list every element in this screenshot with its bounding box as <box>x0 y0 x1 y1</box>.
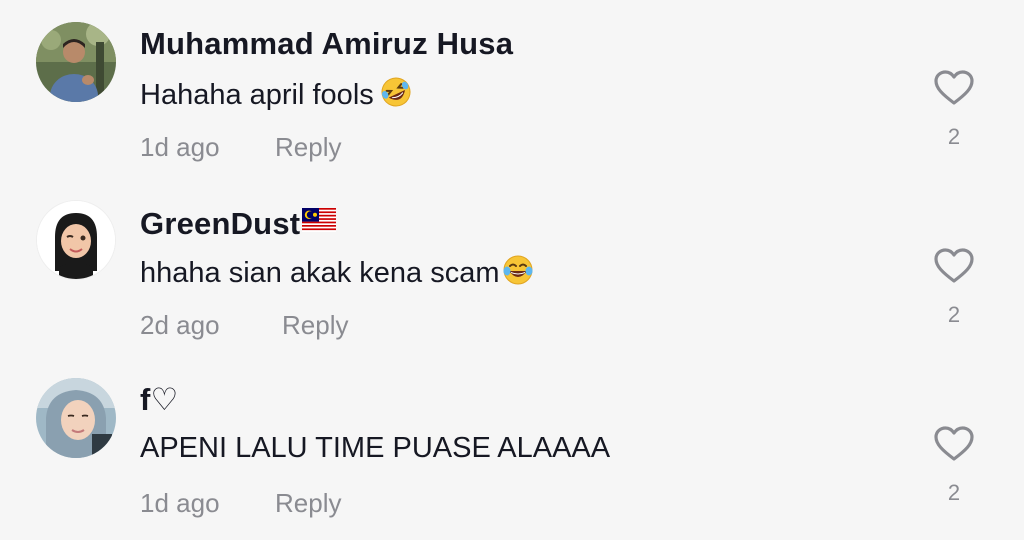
avatar[interactable] <box>36 22 116 102</box>
comment-item: f♡ APENI LALU TIME PUASE ALAAAA 1d ago R… <box>0 356 1024 534</box>
avatar[interactable] <box>36 378 116 458</box>
comment-item: GreenDust hhaha sian akak kena scam 2d a… <box>0 178 1024 356</box>
comment-text-content: hhaha sian akak kena scam <box>140 257 500 289</box>
rolling-on-floor-laughing-emoji-icon <box>380 76 412 116</box>
heart-icon[interactable] <box>934 70 974 106</box>
comment-meta: 1d ago Reply <box>140 132 341 163</box>
comment-meta: 1d ago Reply <box>140 488 341 519</box>
username-text: GreenDust <box>140 206 301 241</box>
like-count: 2 <box>947 124 961 149</box>
timestamp: 1d ago <box>140 132 220 162</box>
comment-text: APENI LALU TIME PUASE ALAAAA <box>140 432 611 464</box>
comment-item: Muhammad Amiruz Husa Hahaha april fools … <box>0 0 1024 178</box>
comment-text-content: Hahaha april fools <box>140 79 374 111</box>
avatar[interactable] <box>36 200 116 280</box>
like-count: 2 <box>947 480 961 505</box>
malaysia-flag-icon <box>302 204 337 240</box>
timestamp: 1d ago <box>140 488 220 518</box>
username[interactable]: f♡ <box>140 382 179 418</box>
username[interactable]: Muhammad Amiruz Husa <box>140 26 513 62</box>
reply-button[interactable]: Reply <box>275 488 341 519</box>
username[interactable]: GreenDust <box>140 204 337 242</box>
heart-icon[interactable] <box>934 248 974 284</box>
tears-of-joy-emoji-icon <box>502 254 534 294</box>
comment-text: hhaha sian akak kena scam <box>140 254 534 294</box>
comment-text: Hahaha april fools <box>140 76 412 116</box>
reply-button[interactable]: Reply <box>275 132 341 163</box>
comment-meta: 2d ago Reply <box>140 310 348 341</box>
like-count: 2 <box>947 302 961 327</box>
timestamp: 2d ago <box>140 310 220 340</box>
heart-icon[interactable] <box>934 426 974 462</box>
reply-button[interactable]: Reply <box>282 310 348 341</box>
